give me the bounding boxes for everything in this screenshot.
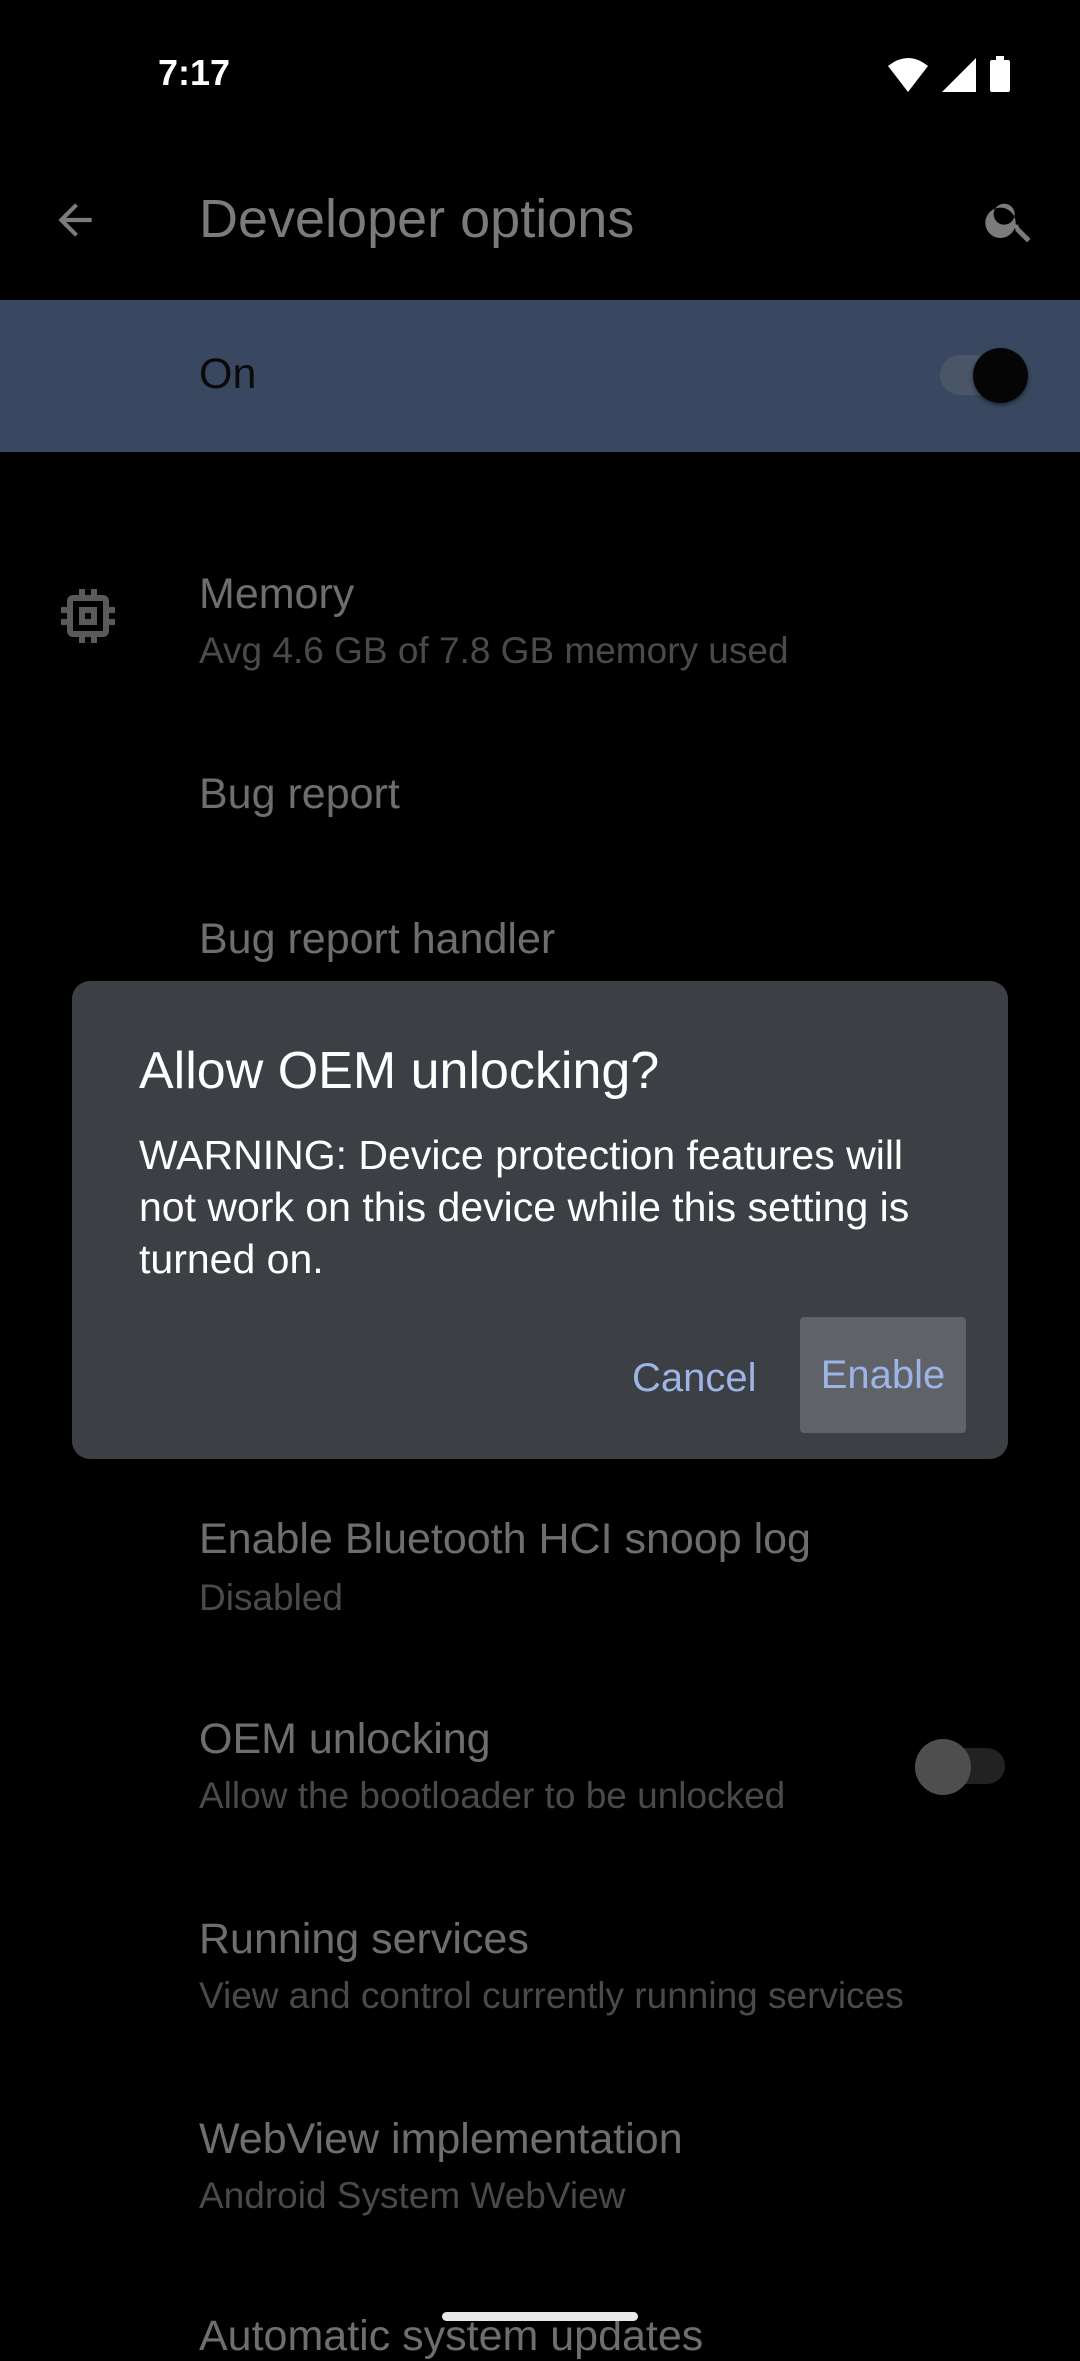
battery-icon [990, 56, 1010, 92]
setting-running-services-title[interactable]: Running services [199, 1915, 529, 1964]
setting-webview-subtitle: Android System WebView [199, 2175, 626, 2216]
status-icons [888, 56, 1010, 92]
master-switch-label: On [199, 350, 257, 398]
setting-memory-subtitle: Avg 4.6 GB of 7.8 GB memory used [199, 630, 789, 671]
master-switch-row[interactable] [0, 300, 1080, 452]
enable-button[interactable]: Enable [800, 1317, 966, 1433]
setting-webview-title[interactable]: WebView implementation [199, 2115, 683, 2164]
gesture-nav-handle[interactable] [442, 2312, 638, 2321]
setting-oem-unlocking-title[interactable]: OEM unlocking [199, 1715, 491, 1764]
status-time: 7:17 [158, 52, 231, 93]
setting-running-services-subtitle: View and control currently running servi… [199, 1975, 904, 2016]
dialog-title: Allow OEM unlocking? [139, 1042, 660, 1100]
setting-bt-hci-subtitle: Disabled [199, 1577, 343, 1618]
setting-bug-report[interactable]: Bug report [199, 770, 400, 819]
cancel-button[interactable]: Cancel [612, 1321, 777, 1436]
wifi-icon [888, 58, 928, 92]
arrow-back-icon[interactable] [50, 195, 100, 245]
cellular-signal-icon [942, 58, 976, 92]
setting-bug-report-handler[interactable]: Bug report handler [199, 915, 555, 964]
oem-unlocking-toggle-thumb[interactable] [915, 1739, 971, 1795]
setting-memory-title[interactable]: Memory [199, 570, 354, 619]
setting-bt-hci-title[interactable]: Enable Bluetooth HCI snoop log [199, 1515, 811, 1564]
page-title: Developer options [199, 189, 635, 249]
oem-unlock-dialog: Allow OEM unlocking? WARNING: Device pro… [72, 981, 1008, 1459]
master-switch-thumb[interactable] [973, 348, 1028, 403]
memory-chip-icon [61, 589, 115, 643]
search-icon[interactable] [982, 192, 1038, 248]
dialog-message: WARNING: Device protection features will… [139, 1132, 910, 1282]
setting-oem-unlocking-subtitle: Allow the bootloader to be unlocked [199, 1775, 786, 1816]
